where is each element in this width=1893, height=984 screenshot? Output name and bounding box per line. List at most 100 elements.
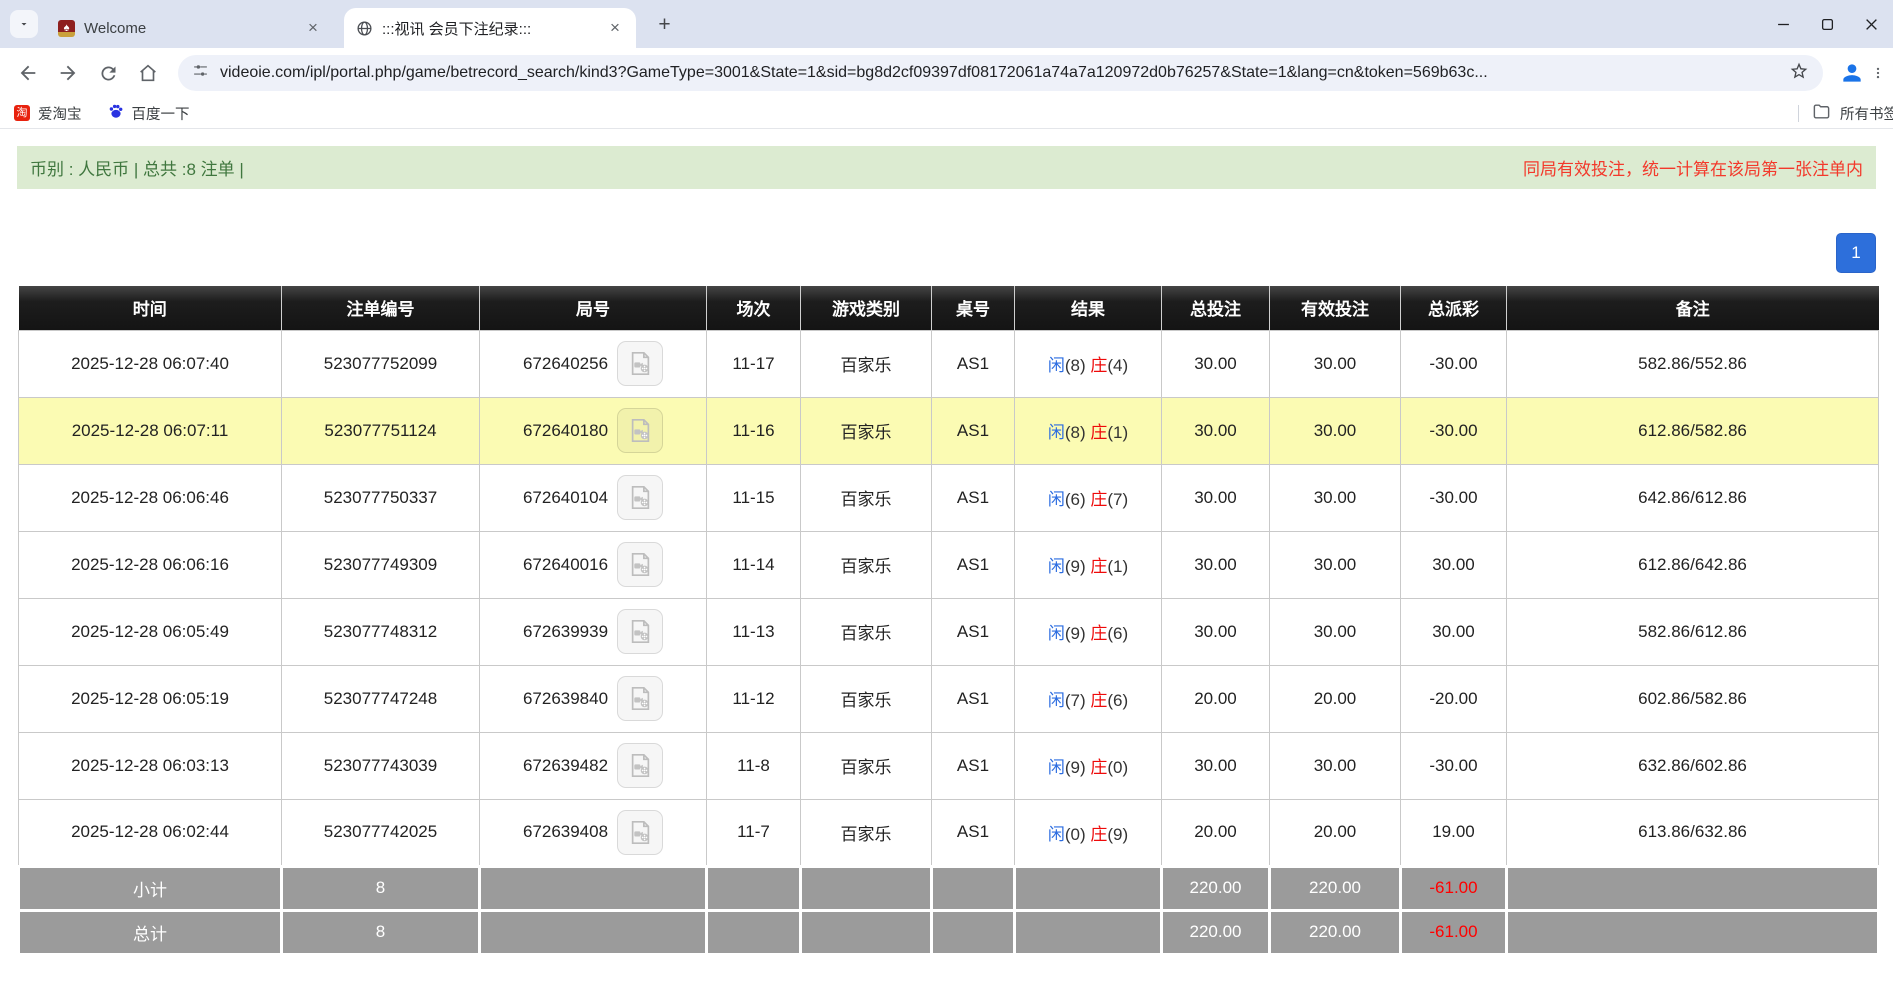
cell-total-bet[interactable]: 30.00	[1162, 598, 1270, 665]
cell-bet-id: 523077743039	[282, 732, 480, 799]
summary-empty-cell	[707, 866, 801, 910]
cell-session: 11-15	[707, 464, 801, 531]
cell-valid-bet: 30.00	[1270, 598, 1401, 665]
minimize-button[interactable]	[1761, 0, 1805, 48]
cell-total-bet[interactable]: 30.00	[1162, 464, 1270, 531]
table-row[interactable]: 2025-12-28 06:03:13523077743039 672639482…	[19, 732, 1879, 799]
back-button[interactable]	[10, 55, 46, 91]
cell-session: 11-14	[707, 531, 801, 598]
url-bar[interactable]: videoie.com/ipl/portal.php/game/betrecor…	[178, 55, 1823, 91]
video-replay-button[interactable]	[617, 408, 663, 453]
divider	[1798, 105, 1799, 122]
cell-table-no: AS1	[932, 464, 1015, 531]
arrow-right-icon	[57, 62, 79, 84]
result-banker-value: (6)	[1107, 691, 1128, 710]
cell-time: 2025-12-28 06:06:16	[19, 531, 282, 598]
result-banker-label: 庄	[1090, 691, 1107, 710]
bookmarks-bar: 淘 爱淘宝 百度一下 所有书签	[0, 98, 1893, 129]
tab-search-button[interactable]	[10, 10, 38, 38]
cell-session: 11-13	[707, 598, 801, 665]
summary-row: 总计8220.00220.00-61.00	[19, 910, 1879, 954]
cell-result: 闲(6) 庄(7)	[1015, 464, 1162, 531]
menu-icon[interactable]	[1871, 63, 1885, 83]
round-id: 672640016	[523, 555, 608, 575]
bookmark-baidu[interactable]: 百度一下	[108, 103, 190, 124]
result-player-label: 闲	[1048, 825, 1065, 844]
video-replay-button[interactable]	[617, 475, 663, 520]
maximize-button[interactable]	[1805, 0, 1849, 48]
tab-close-icon[interactable]: ×	[304, 19, 322, 37]
home-button[interactable]	[130, 55, 166, 91]
cell-payout: -30.00	[1401, 397, 1507, 464]
cell-session: 11-8	[707, 732, 801, 799]
table-header-row: 时间注单编号局号场次游戏类别桌号结果总投注有效投注总派彩备注	[19, 286, 1879, 330]
summary-empty-cell	[801, 910, 932, 954]
profile-avatar[interactable]	[1837, 58, 1867, 88]
cell-note: 582.86/612.86	[1507, 598, 1879, 665]
reload-button[interactable]	[90, 55, 126, 91]
cell-result: 闲(9) 庄(6)	[1015, 598, 1162, 665]
result-banker-value: (0)	[1107, 758, 1128, 777]
forward-button[interactable]	[50, 55, 86, 91]
cell-total-bet[interactable]: 30.00	[1162, 732, 1270, 799]
round-group: 672639482	[523, 743, 663, 788]
cell-game-type: 百家乐	[801, 799, 932, 866]
globe-icon	[356, 20, 373, 37]
cell-time: 2025-12-28 06:03:13	[19, 732, 282, 799]
summary-empty-cell	[1015, 910, 1162, 954]
table-row[interactable]: 2025-12-28 06:06:16523077749309672640016…	[19, 531, 1879, 598]
close-window-button[interactable]	[1849, 0, 1893, 48]
bookmark-star-icon[interactable]	[1789, 61, 1809, 86]
cell-total-bet[interactable]: 30.00	[1162, 330, 1270, 397]
pagination: 1	[17, 233, 1876, 273]
tab-welcome[interactable]: ♠ Welcome ×	[46, 8, 334, 48]
summary-row: 小计8220.00220.00-61.00	[19, 866, 1879, 910]
round-group: 672640256	[523, 341, 663, 386]
video-replay-button[interactable]	[617, 743, 663, 788]
new-tab-button[interactable]: +	[652, 12, 677, 37]
all-bookmarks-label: 所有书签	[1840, 103, 1893, 124]
cell-total-bet[interactable]: 30.00	[1162, 531, 1270, 598]
notice-text: 同局有效投注，统一计算在该局第一张注单内	[1523, 155, 1863, 180]
round-group: 672639408	[523, 810, 663, 855]
tab-bet-records[interactable]: :::视讯 会员下注纪录::: ×	[344, 8, 636, 48]
cell-total-bet[interactable]: 20.00	[1162, 799, 1270, 866]
round-group: 672639840	[523, 676, 663, 721]
video-replay-button[interactable]	[617, 542, 663, 587]
pagination-page-1[interactable]: 1	[1836, 233, 1876, 273]
result-player-value: (6)	[1065, 490, 1091, 509]
cell-result: 闲(9) 庄(1)	[1015, 531, 1162, 598]
table-row[interactable]: 2025-12-28 06:05:19523077747248672639840…	[19, 665, 1879, 732]
table-row[interactable]: 2025-12-28 06:07:40523077752099672640256…	[19, 330, 1879, 397]
cell-game-type: 百家乐	[801, 598, 932, 665]
bookmark-label: 爱淘宝	[38, 103, 82, 124]
cell-note: 642.86/612.86	[1507, 464, 1879, 531]
cell-session: 11-7	[707, 799, 801, 866]
table-row[interactable]: 2025-12-28 06:07:11523077751124672640180…	[19, 397, 1879, 464]
browser-window: ♠ Welcome × :::视讯 会员下注纪录::: × +	[0, 0, 1893, 129]
bet-records-page: 币别 : 人民币 | 总共 :8 注单 | 同局有效投注，统一计算在该局第一张注…	[0, 146, 1893, 956]
summary-empty-cell	[1015, 866, 1162, 910]
result-banker-value: (1)	[1107, 423, 1128, 442]
column-header-8: 有效投注	[1270, 286, 1401, 330]
site-info-icon[interactable]	[192, 62, 209, 84]
all-bookmarks[interactable]: 所有书签	[1798, 98, 1893, 129]
summary-empty-cell	[932, 866, 1015, 910]
bet-table-body: 2025-12-28 06:07:40523077752099672640256…	[19, 330, 1879, 954]
table-row[interactable]: 2025-12-28 06:06:46523077750337672640104…	[19, 464, 1879, 531]
table-row[interactable]: 2025-12-28 06:02:44523077742025672639408…	[19, 799, 1879, 866]
cell-note: 582.86/552.86	[1507, 330, 1879, 397]
video-replay-button[interactable]	[617, 341, 663, 386]
table-row[interactable]: 2025-12-28 06:05:49523077748312672639939…	[19, 598, 1879, 665]
cell-total-bet[interactable]: 30.00	[1162, 397, 1270, 464]
video-replay-button[interactable]	[617, 609, 663, 654]
tab-close-icon[interactable]: ×	[606, 19, 624, 37]
round-id: 672640180	[523, 421, 608, 441]
home-icon	[137, 62, 159, 84]
video-replay-button[interactable]	[617, 810, 663, 855]
cell-total-bet[interactable]: 20.00	[1162, 665, 1270, 732]
bookmark-taobao[interactable]: 淘 爱淘宝	[14, 103, 82, 124]
video-replay-button[interactable]	[617, 676, 663, 721]
cell-valid-bet: 30.00	[1270, 397, 1401, 464]
cell-result: 闲(8) 庄(1)	[1015, 397, 1162, 464]
